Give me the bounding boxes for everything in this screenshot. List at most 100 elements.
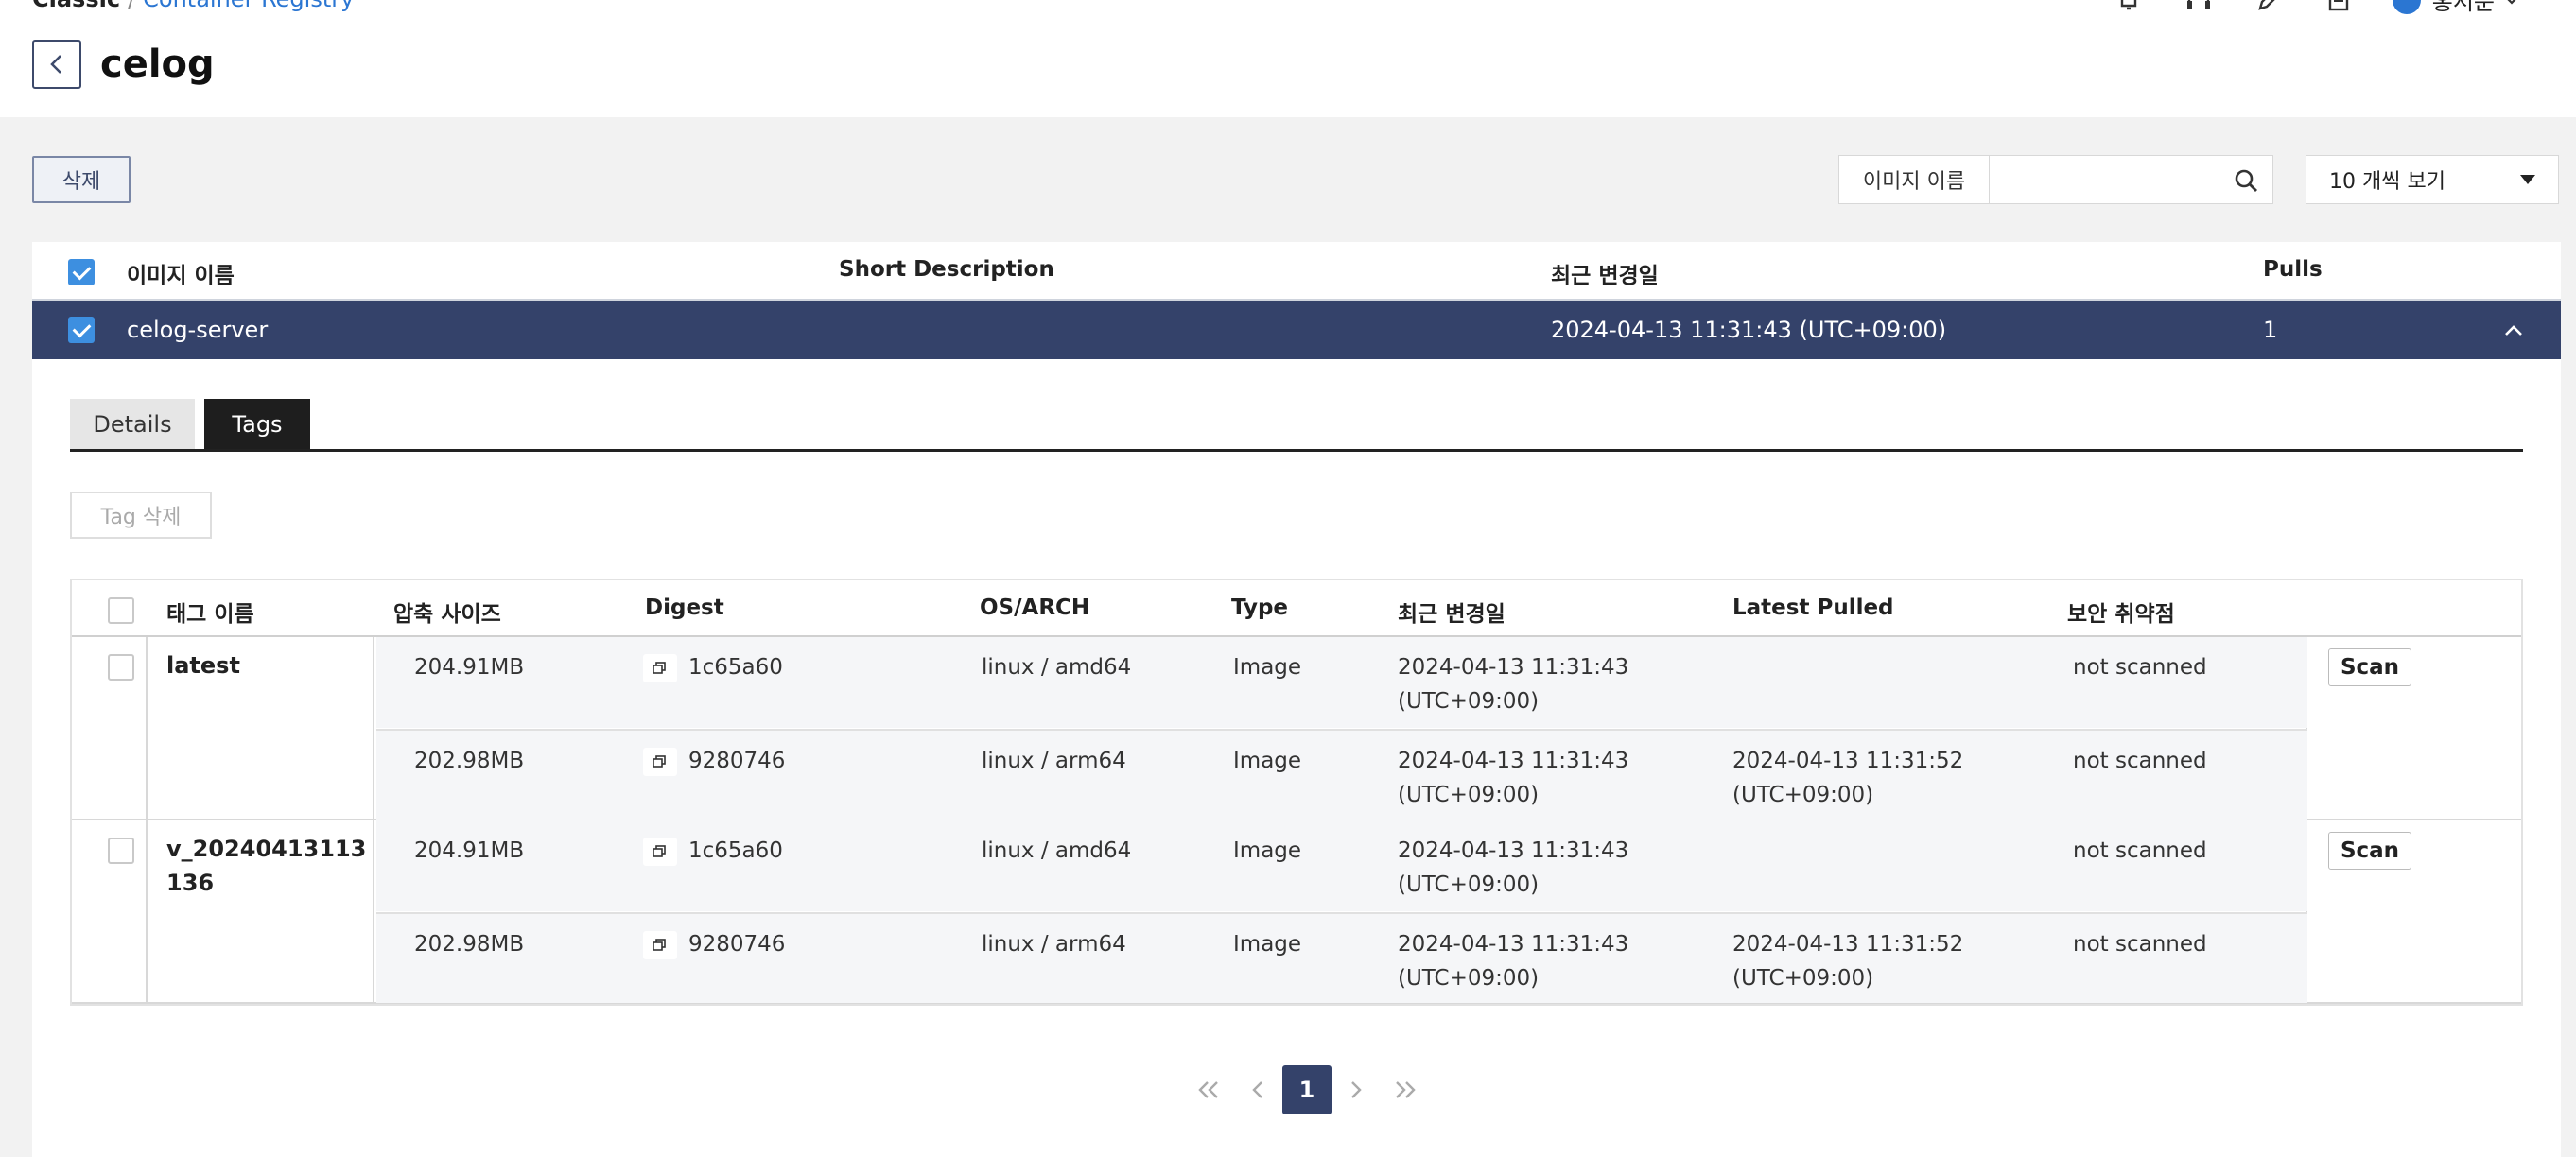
detail-tabs: Details Tags [70, 399, 2523, 452]
scan-button[interactable]: Scan [2328, 832, 2411, 870]
image-name[interactable]: celog-server [127, 317, 268, 343]
tag-updated-date: 2024-04-13 11:31:43 [1398, 749, 1629, 773]
tag-security: not scanned [2073, 655, 2207, 680]
image-pulls: 1 [2263, 317, 2278, 343]
scan-cell: Scan [2307, 820, 2521, 1002]
tag-os-arch: linux / arm64 [982, 749, 1126, 773]
tag-updated: 2024-04-13 11:31:43 (UTC+09:00) [1398, 927, 1628, 995]
breadcrumb: Classic / Container Registry [32, 0, 354, 11]
column-header-image-name[interactable]: 이미지 이름 [127, 257, 235, 289]
tab-tags[interactable]: Tags [204, 399, 310, 449]
tag-delete-button[interactable]: Tag 삭제 [70, 492, 212, 539]
tab-details[interactable]: Details [70, 399, 195, 449]
tag-name: v_20240413113136 [148, 820, 374, 1002]
tag-checkbox[interactable] [108, 654, 134, 681]
tag-updated-date: 2024-04-13 11:31:43 [1398, 655, 1629, 680]
breadcrumb-separator: / [128, 0, 135, 12]
image-table-header: 이미지 이름 Short Description 최근 변경일 Pulls [32, 242, 2561, 301]
table-row: 202.98MB 9280746 linux / arm64 Image 202… [376, 729, 2307, 820]
tag-updated-date: 2024-04-13 11:31:43 [1398, 932, 1629, 957]
search-group: 이미지 이름 [1838, 155, 2273, 204]
tag-digest: 1c65a60 [688, 655, 783, 680]
tag-digest: 9280746 [688, 932, 786, 957]
image-updated: 2024-04-13 11:31:43 (UTC+09:00) [1551, 317, 1947, 343]
chevron-right-icon[interactable] [1332, 1065, 1381, 1114]
scan-cell: Scan [2307, 637, 2521, 819]
tag-os-arch: linux / amd64 [982, 655, 1132, 680]
back-button[interactable] [32, 40, 81, 89]
image-row-selected[interactable]: celog-server 2024-04-13 11:31:43 (UTC+09… [32, 301, 2561, 359]
page-header: Classic / Container Registry celog 홍서준 [0, 0, 2576, 117]
column-header-short-description[interactable]: Short Description [839, 257, 1054, 282]
tag-latest-pulled: 2024-04-13 11:31:52 (UTC+09:00) [1732, 744, 1963, 812]
column-header-security: 보안 취약점 [2067, 602, 2175, 627]
tag-updated-tz: (UTC+09:00) [1398, 872, 1540, 897]
tag-checkbox-cell [72, 820, 148, 1002]
tag-type: Image [1233, 838, 1302, 863]
page-1-button[interactable]: 1 [1282, 1065, 1332, 1114]
tag-pulled-tz: (UTC+09:00) [1732, 783, 1874, 807]
tag-pulled-date: 2024-04-13 11:31:52 [1732, 749, 1964, 773]
column-header-type: Type [1231, 596, 1289, 620]
chevron-left-icon[interactable] [1233, 1065, 1282, 1114]
tag-variants: 204.91MB 1c65a60 linux / amd64 Image 202… [376, 820, 2307, 1003]
column-header-pulls[interactable]: Pulls [2263, 257, 2323, 282]
search-icon[interactable] [2233, 167, 2259, 194]
breadcrumb-link-container-registry[interactable]: Container Registry [143, 0, 354, 12]
avatar[interactable] [2392, 0, 2421, 14]
tag-size: 202.98MB [414, 749, 525, 773]
delete-button[interactable]: 삭제 [32, 156, 131, 203]
copy-icon[interactable] [643, 931, 677, 959]
tag-type: Image [1233, 932, 1302, 957]
pagination: 1 [1184, 1064, 1430, 1115]
bell-icon[interactable] [2113, 0, 2145, 14]
tag-type: Image [1233, 655, 1302, 680]
select-all-checkbox[interactable] [68, 259, 95, 285]
document-icon[interactable] [2323, 0, 2355, 14]
tags-table: 태그 이름 압축 사이즈 Digest OS/ARCH Type 최근 변경일 … [70, 578, 2523, 1006]
tag-name: latest [148, 637, 374, 819]
column-header-os-arch: OS/ARCH [980, 596, 1090, 620]
search-input-wrapper [1990, 155, 2273, 204]
scan-button[interactable]: Scan [2328, 648, 2411, 686]
tag-updated-tz: (UTC+09:00) [1398, 689, 1540, 714]
chevron-left-icon [50, 55, 61, 74]
column-header-tag-updated: 최근 변경일 [1398, 602, 1506, 627]
chevron-up-icon[interactable] [2504, 321, 2523, 340]
copy-icon[interactable] [643, 748, 677, 776]
select-all-tags-checkbox[interactable] [108, 597, 134, 624]
tags-table-header: 태그 이름 압축 사이즈 Digest OS/ARCH Type 최근 변경일 … [72, 580, 2521, 637]
copy-icon[interactable] [643, 838, 677, 866]
search-field-selector[interactable]: 이미지 이름 [1838, 155, 1990, 204]
tag-type: Image [1233, 749, 1302, 773]
page-title: celog [100, 43, 215, 86]
tag-updated: 2024-04-13 11:31:43 (UTC+09:00) [1398, 834, 1628, 902]
tag-checkbox[interactable] [108, 838, 134, 864]
tag-os-arch: linux / arm64 [982, 932, 1126, 957]
double-chevron-right-icon[interactable] [1381, 1065, 1430, 1114]
headset-icon[interactable] [2183, 0, 2215, 14]
chevron-down-icon[interactable] [2504, 0, 2519, 6]
page-size-select[interactable]: 10 개씩 보기 [2306, 155, 2559, 204]
tag-latest-pulled: 2024-04-13 11:31:52 (UTC+09:00) [1732, 927, 1963, 995]
tag-security: not scanned [2073, 838, 2207, 863]
tag-size: 204.91MB [414, 838, 525, 863]
column-header-latest-pulled: Latest Pulled [1732, 596, 1894, 620]
caret-down-icon [2520, 175, 2535, 184]
edit-icon[interactable] [2253, 0, 2285, 14]
tag-checkbox-cell [72, 637, 148, 819]
tag-group-v-20240413113136: v_20240413113136 204.91MB 1c65a60 linux … [72, 820, 2521, 1004]
image-list-panel: 이미지 이름 Short Description 최근 변경일 Pulls ce… [32, 242, 2561, 1157]
table-row: 204.91MB 1c65a60 linux / amd64 Image 202… [376, 637, 2307, 728]
tag-updated: 2024-04-13 11:31:43 (UTC+09:00) [1398, 650, 1628, 718]
column-header-updated[interactable]: 최근 변경일 [1551, 257, 1659, 289]
tag-updated-tz: (UTC+09:00) [1398, 783, 1540, 807]
search-input[interactable] [1990, 156, 2217, 201]
image-row-checkbox[interactable] [68, 317, 95, 343]
tag-variants: 204.91MB 1c65a60 linux / amd64 Image 202… [376, 637, 2307, 820]
breadcrumb-root: Classic [32, 0, 120, 12]
tag-size: 202.98MB [414, 932, 525, 957]
double-chevron-left-icon[interactable] [1184, 1065, 1233, 1114]
user-name[interactable]: 홍서준 [2432, 0, 2495, 16]
copy-icon[interactable] [643, 654, 677, 682]
